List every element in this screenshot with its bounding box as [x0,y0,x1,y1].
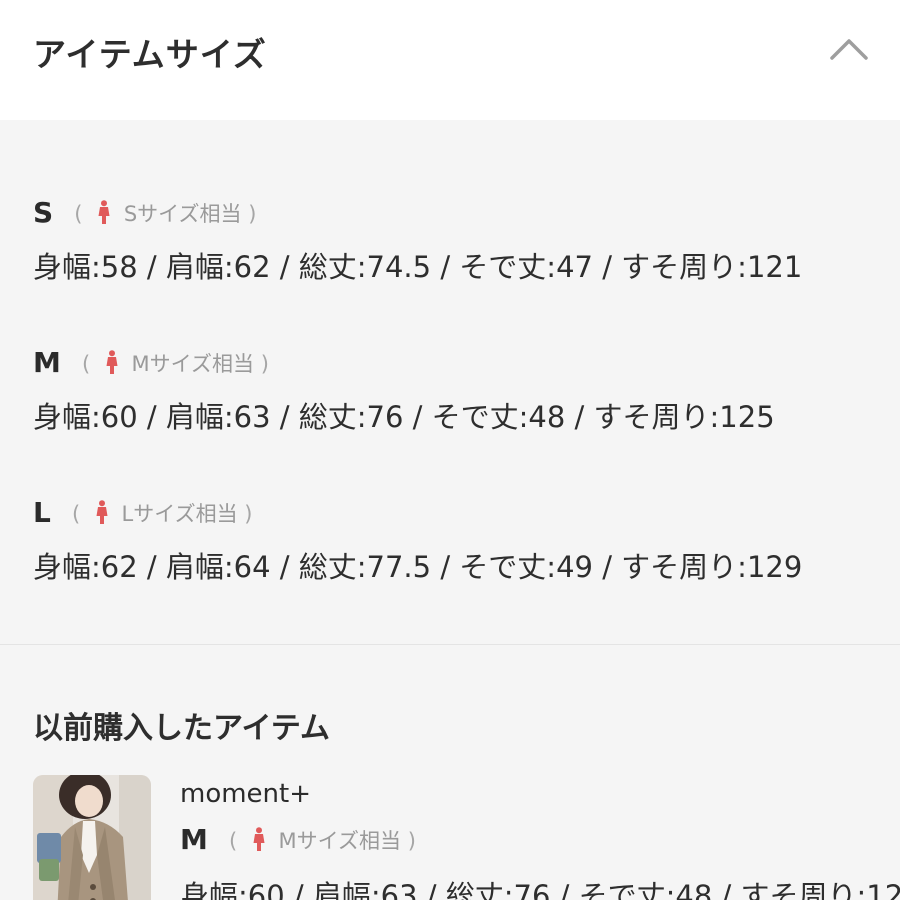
previous-purchase-title: 以前購入したアイテム [33,711,330,746]
size-measurements: 身幅:60 / 肩幅:63 / 総丈:76 / そで丈:48 / すそ周り:12… [180,879,900,900]
size-equivalent-label: Lサイズ相当 [121,501,238,526]
person-icon [96,499,108,524]
size-equivalent-label: Mサイズ相当 [131,351,255,376]
paren-close: ) [248,201,257,226]
size-measurements: 身幅:58 / 肩幅:62 / 総丈:74.5 / そで丈:47 / すそ周り:… [33,250,803,284]
paren-open: ( [74,201,83,226]
product-thumbnail[interactable] [33,775,151,900]
size-measurements: 身幅:60 / 肩幅:63 / 総丈:76 / そで丈:48 / すそ周り:12… [33,400,775,434]
size-row-l: L ( Lサイズ相当 ) 身幅:62 / 肩幅:64 / 総丈:77.5 / そ… [0,496,900,616]
size-equivalent: ( Mサイズ相当 ) [229,825,416,855]
paren-close: ) [244,501,253,526]
size-equivalent-label: Sサイズ相当 [123,201,242,226]
size-name: M [33,346,61,379]
size-list: S ( Sサイズ相当 ) 身幅:58 / 肩幅:62 / 総丈:74.5 / そ… [0,120,900,645]
brand-name: moment+ [180,779,312,809]
size-header: L ( Lサイズ相当 ) [33,496,252,536]
size-name: S [33,196,54,229]
paren-close: ) [407,828,416,853]
size-row-s: S ( Sサイズ相当 ) 身幅:58 / 肩幅:62 / 総丈:74.5 / そ… [0,196,900,316]
paren-open: ( [228,828,238,853]
paren-open: ( [81,351,91,376]
previous-purchase-section: 以前購入したアイテム moment+ M (Mサイズ相当) 身幅:60 / … [0,645,900,900]
size-equivalent-label: Mサイズ相当 [278,828,402,853]
size-equivalent: ( Sサイズ相当 ) [74,198,256,228]
size-equivalent: ( Lサイズ相当 ) [71,498,253,528]
size-equivalent: ( Mサイズ相当 ) [82,348,269,378]
size-measurements: 身幅:62 / 肩幅:64 / 総丈:77.5 / そで丈:49 / すそ周り:… [33,550,803,584]
person-icon [106,349,118,374]
collapse-button[interactable] [826,30,872,70]
size-header: S ( Sサイズ相当 ) [33,196,256,236]
chevron-up-icon [830,39,868,60]
size-name: L [33,496,51,529]
paren-close: ) [260,351,269,376]
person-icon [98,199,110,224]
person-icon [253,826,265,851]
size-name: M [180,823,208,856]
coat-photo [33,775,151,900]
size-row-m: M ( Mサイズ相当 ) 身幅:60 / 肩幅:63 / 総丈:76 / そで丈… [0,346,900,466]
item-size-page: アイテムサイズ S ( Sサイズ相当 ) 身幅:58 / 肩幅:62 / 総丈:… [0,0,900,900]
item-size-header[interactable]: アイテムサイズ [0,0,900,120]
paren-open: ( [71,501,81,526]
size-header: M ( Mサイズ相当 ) [33,346,269,386]
size-header: M ( Mサイズ相当 ) [180,823,416,856]
section-title: アイテムサイズ [33,35,267,74]
